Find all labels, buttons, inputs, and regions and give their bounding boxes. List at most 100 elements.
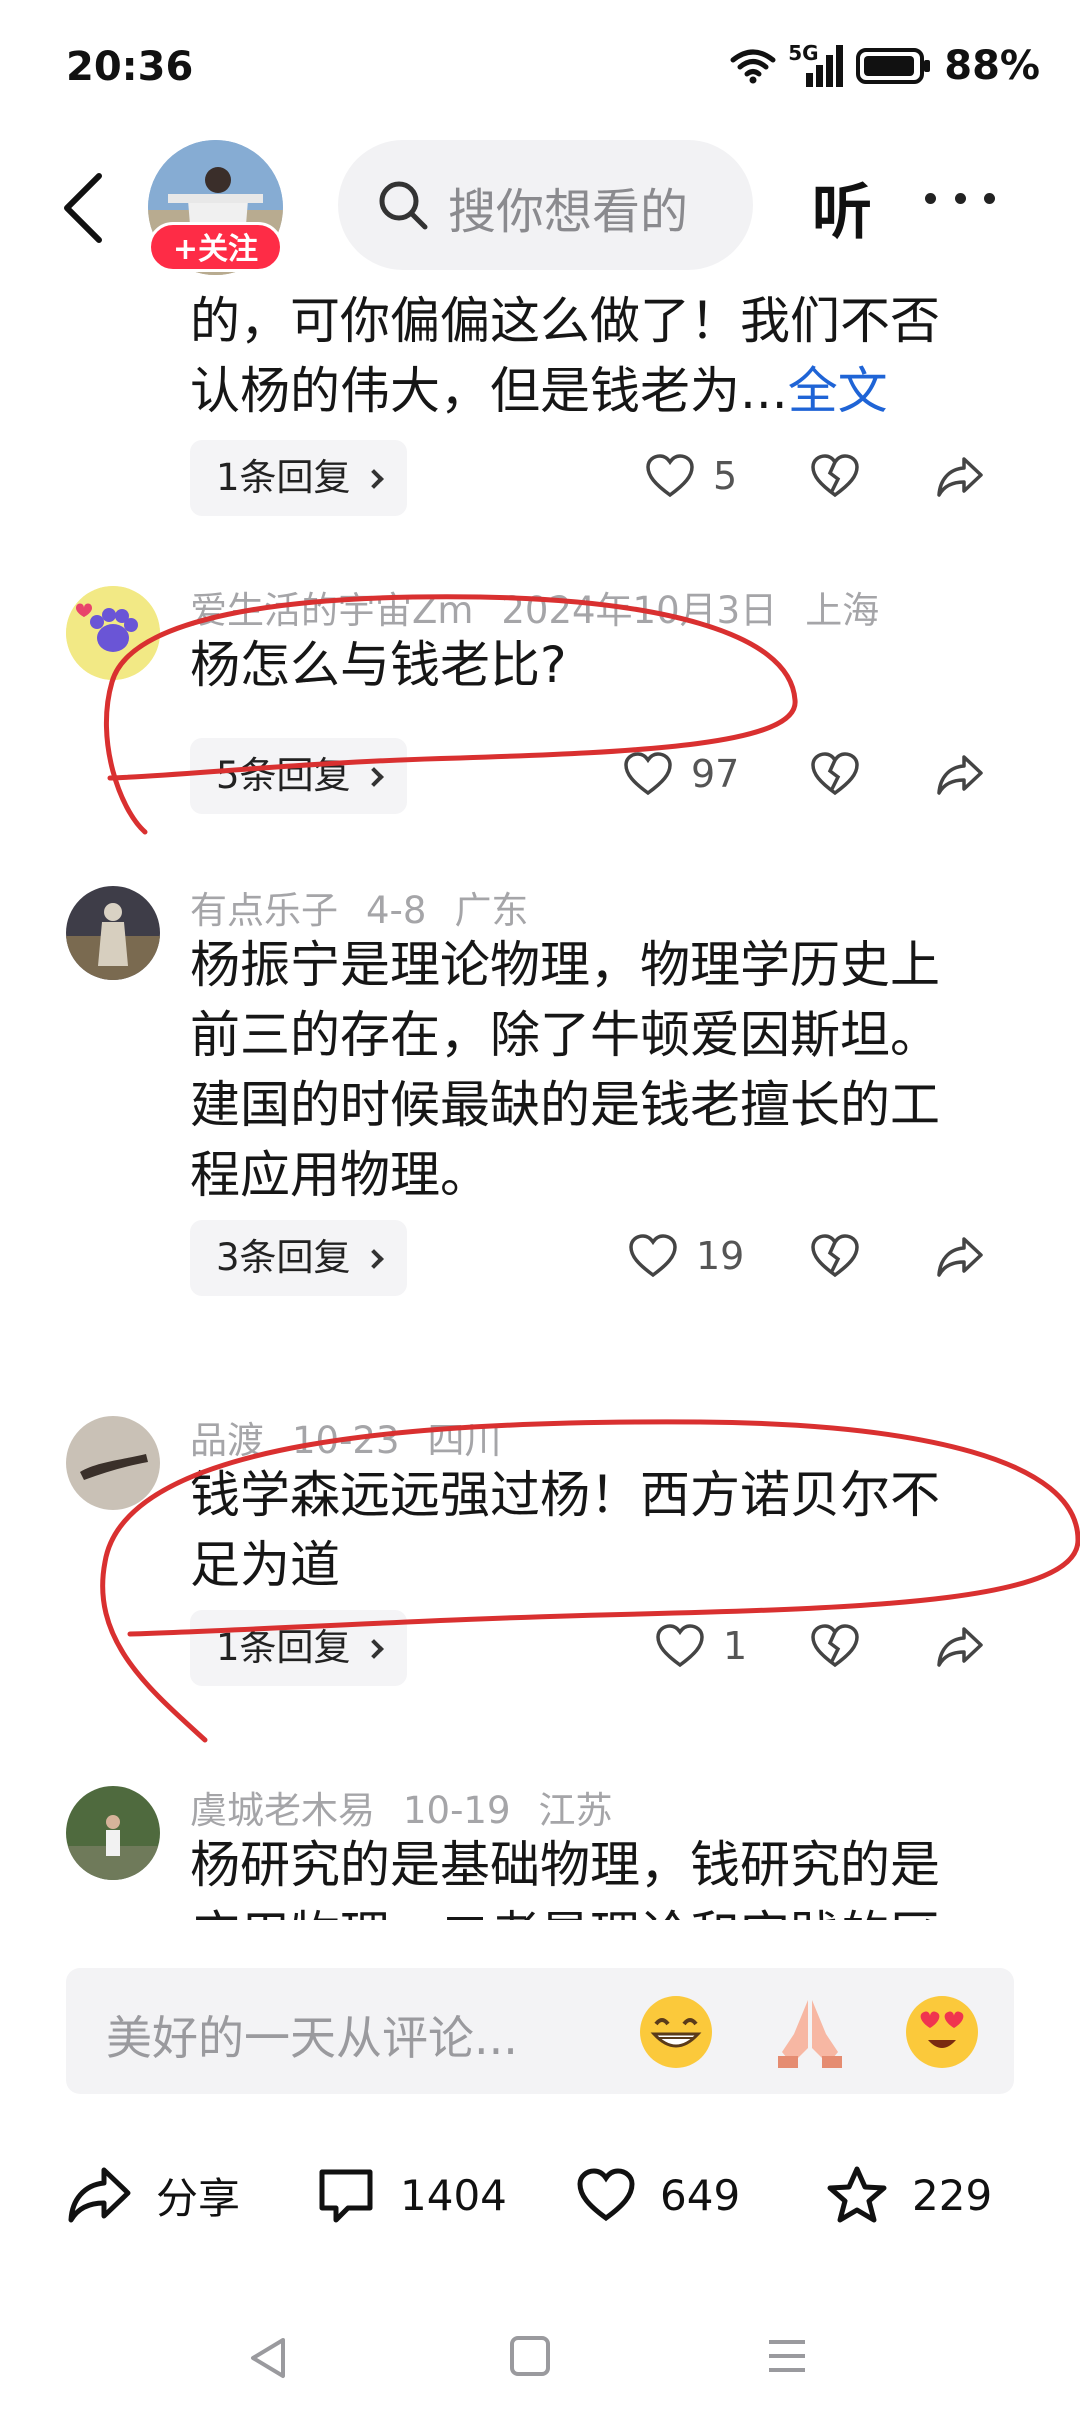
- user-avatar[interactable]: [66, 886, 160, 980]
- comment-text-line: 钱学森远远强过杨！西方诺贝尔不: [190, 1466, 940, 1524]
- username[interactable]: 爱生活的宇宙Zm: [190, 589, 473, 632]
- share-arrow-icon: [937, 457, 983, 497]
- heart-icon: [577, 2168, 635, 2222]
- share-comment-button[interactable]: [935, 753, 985, 797]
- comments-button[interactable]: 1404: [316, 2150, 507, 2240]
- comment-text-line: 程应用物理。: [190, 1146, 490, 1204]
- heart-eyes-emoji-icon[interactable]: [904, 1994, 980, 2070]
- favorites-count: 229: [912, 2170, 993, 2220]
- replies-button[interactable]: 3条回复: [190, 1220, 407, 1296]
- wifi-icon: [730, 49, 776, 84]
- comment-text: 杨振宁是理论物理，物理学历史上 前三的存在，除了牛顿爱因斯坦。 建国的时候最缺的…: [190, 930, 1020, 1210]
- dislike-button[interactable]: [810, 751, 860, 797]
- heart-icon: [656, 1624, 704, 1668]
- comment-text-line: 杨研究的是基础物理，钱研究的是: [190, 1836, 940, 1894]
- battery-icon: [856, 48, 931, 84]
- comment-meta: 爱生活的宇宙Zm 2024年10月3日 上海: [190, 580, 907, 634]
- author-avatar[interactable]: +关注: [148, 140, 283, 275]
- share-comment-button[interactable]: [935, 455, 985, 499]
- top-bar: +关注 搜你想看的 听: [0, 140, 1080, 275]
- replies-button[interactable]: 1条回复: [190, 440, 407, 516]
- broken-heart-icon: [811, 1624, 859, 1668]
- username[interactable]: 有点乐子: [190, 889, 338, 932]
- heart-icon: [646, 454, 694, 498]
- comment-text-line: 认杨的伟大，但是钱老为...全文: [190, 356, 1010, 426]
- like-count: 1: [723, 1624, 748, 1668]
- folded-hands-emoji-icon[interactable]: [772, 1994, 848, 2070]
- more-options-button[interactable]: [925, 188, 995, 208]
- nav-menu-icon[interactable]: [765, 2334, 809, 2378]
- comment-list[interactable]: 的，可你偏偏这么做了！我们不否 认杨的伟大，但是钱老为...全文 1条回复 5: [0, 280, 1080, 1920]
- star-icon: [827, 2166, 887, 2223]
- replies-button[interactable]: 5条回复: [190, 738, 407, 814]
- like-count: 19: [696, 1234, 745, 1278]
- broken-heart-icon: [811, 454, 859, 498]
- comment-text: 杨研究的是基础物理，钱研究的是 应用物理，二者是理论和实践的区: [190, 1830, 1020, 1920]
- user-avatar[interactable]: [66, 1786, 160, 1880]
- expand-full-text-link[interactable]: 全文: [788, 362, 888, 420]
- like-button[interactable]: 1: [655, 1623, 747, 1669]
- dislike-button[interactable]: [810, 1623, 860, 1669]
- like-button[interactable]: 97: [623, 751, 739, 797]
- replies-label: 5条回复: [216, 754, 351, 797]
- replies-button[interactable]: 1条回复: [190, 1610, 407, 1686]
- search-box[interactable]: 搜你想看的: [338, 140, 753, 270]
- favorite-button[interactable]: 229: [826, 2150, 992, 2240]
- comment-text-line: 应用物理，二者是理论和实践的区: [190, 1900, 1020, 1920]
- comment-item: 虞城老木易 10-19 江苏 杨研究的是基础物理，钱研究的是 应用物理，二者是理论和…: [0, 1780, 1080, 1920]
- share-arrow-icon: [937, 1237, 983, 1277]
- chevron-right-icon: [363, 1639, 384, 1659]
- share-label: 分享: [156, 2173, 241, 2223]
- comment-input[interactable]: 美好的一天从评论...: [66, 1968, 1014, 2094]
- comment-text: 钱学森远远强过杨！西方诺贝尔不 足为道: [190, 1460, 1020, 1600]
- replies-label: 1条回复: [216, 456, 351, 499]
- share-comment-button[interactable]: [935, 1235, 985, 1279]
- search-placeholder: 搜你想看的: [448, 184, 689, 240]
- comment-date: 4-8: [366, 889, 427, 932]
- comment-location: 广东: [454, 889, 529, 932]
- username[interactable]: 品渡: [190, 1419, 264, 1462]
- share-button[interactable]: 分享: [66, 2150, 240, 2240]
- like-count: 5: [713, 454, 738, 498]
- like-button[interactable]: 19: [628, 1233, 744, 1279]
- nav-home-icon[interactable]: [508, 2334, 552, 2378]
- comment-item: 有点乐子 4-8 广东 杨振宁是理论物理，物理学历史上 前三的存在，除了牛顿爱因斯坦…: [0, 880, 1080, 1340]
- nav-back-icon[interactable]: [245, 2334, 291, 2382]
- username[interactable]: 虞城老木易: [190, 1789, 375, 1832]
- comment-text: 的，可你偏偏这么做了！我们不否 认杨的伟大，但是钱老为...全文: [190, 286, 1010, 426]
- like-post-button[interactable]: 649: [576, 2150, 740, 2240]
- comment-input-placeholder: 美好的一天从评论...: [106, 2011, 518, 2065]
- status-bar: 20:36 5G 88%: [0, 0, 1080, 140]
- cellular-signal-icon: 5G: [788, 41, 844, 89]
- user-avatar[interactable]: [66, 1416, 160, 1510]
- comment-location: 四川: [427, 1419, 502, 1462]
- comment-text: 杨怎么与钱老比?: [190, 636, 567, 694]
- post-action-bar: 分享 1404 649 229: [0, 2140, 1080, 2250]
- comment-meta: 品渡 10-23 四川: [190, 1410, 530, 1464]
- comment-text-line: 前三的存在，除了牛顿爱因斯坦。: [190, 1006, 940, 1064]
- like-count: 97: [691, 752, 740, 796]
- comment-item: 的，可你偏偏这么做了！我们不否 认杨的伟大，但是钱老为...全文 1条回复 5: [0, 280, 1080, 520]
- search-icon: [379, 181, 428, 230]
- user-avatar[interactable]: [66, 586, 160, 680]
- grin-emoji-icon[interactable]: [638, 1994, 714, 2070]
- listen-button[interactable]: 听: [812, 164, 872, 251]
- status-icons: 5G 88%: [730, 40, 1040, 92]
- share-comment-button[interactable]: [935, 1625, 985, 1669]
- comment-text-fragment: 认杨的伟大，但是钱老为...: [190, 362, 788, 420]
- share-arrow-icon: [937, 755, 983, 795]
- comments-count: 1404: [400, 2170, 507, 2220]
- comment-item: 爱生活的宇宙Zm 2024年10月3日 上海 杨怎么与钱老比? 5条回复 97: [0, 580, 1080, 840]
- comment-date: 10-23: [292, 1419, 400, 1462]
- dislike-button[interactable]: [810, 1233, 860, 1279]
- back-button[interactable]: [55, 168, 115, 248]
- share-arrow-icon: [937, 1627, 983, 1667]
- comment-item: 品渡 10-23 四川 钱学森远远强过杨！西方诺贝尔不 足为道 1条回复 1: [0, 1410, 1080, 1710]
- follow-button[interactable]: +关注: [148, 222, 283, 272]
- dislike-button[interactable]: [810, 453, 860, 499]
- likes-count: 649: [660, 2170, 741, 2220]
- comment-meta: 虞城老木易 10-19 江苏: [190, 1780, 641, 1834]
- heart-icon: [629, 1234, 677, 1278]
- comment-text-line: 足为道: [190, 1536, 340, 1594]
- like-button[interactable]: 5: [645, 453, 737, 499]
